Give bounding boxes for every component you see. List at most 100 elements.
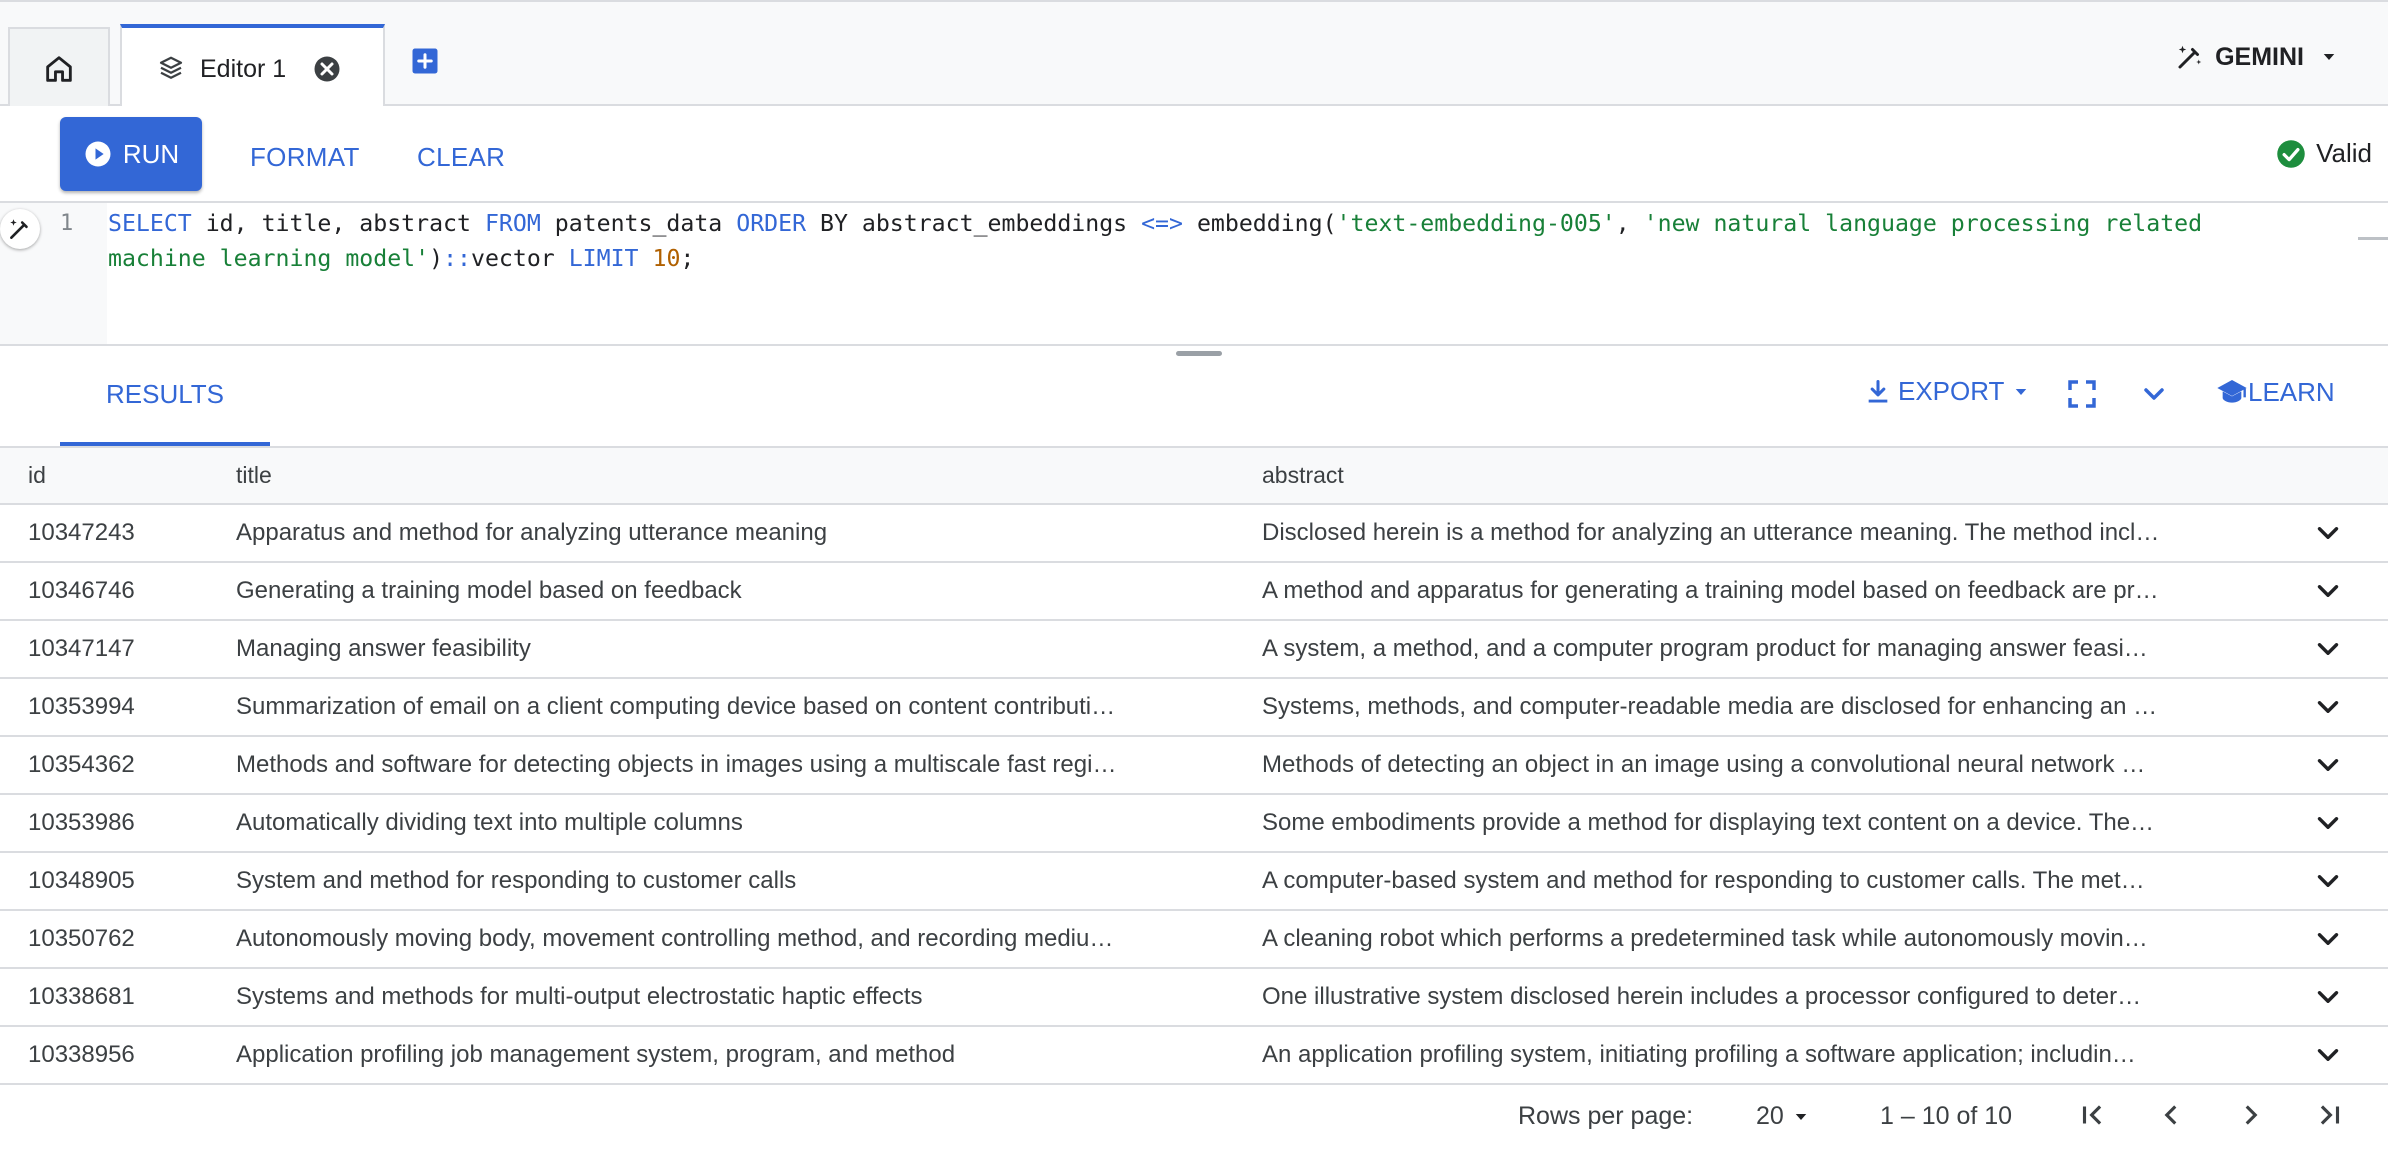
table-row[interactable]: 10347147 Managing answer feasibility A sys… [0, 620, 2388, 679]
cell-id: 10338681 [0, 968, 236, 1027]
cell-title: Automatically dividing text into multipl… [236, 794, 1262, 853]
table-row[interactable]: 10346746 Generating a training model base… [0, 562, 2388, 621]
page-range-label: 1 – 10 of 10 [1880, 1102, 2013, 1130]
add-tab-icon [412, 48, 438, 74]
cell-id: 10348905 [0, 852, 236, 911]
sql-editor[interactable]: 1 SELECT id, title, abstract FROM patent… [0, 203, 2388, 345]
cell-abstract: Methods of detecting an object in an ima… [1262, 736, 2268, 795]
expand-row-button[interactable] [2268, 1026, 2388, 1085]
query-toolbar: RUN FORMAT CLEAR Valid [0, 106, 2388, 203]
download-icon [1868, 379, 1888, 402]
cell-abstract: A system, a method, and a computer progr… [1262, 620, 2268, 679]
cell-abstract: One illustrative system disclosed herein… [1262, 968, 2268, 1027]
expand-row-button[interactable] [2268, 620, 2388, 679]
prev-page-button[interactable] [2154, 1098, 2188, 1132]
table-row[interactable]: 10338956 Application profiling job manage… [0, 1026, 2388, 1085]
table-row[interactable]: 10350762 Autonomously moving body, moveme… [0, 910, 2388, 969]
rows-per-page-label: Rows per page: [1518, 1102, 1694, 1130]
first-page-icon [2082, 1105, 2102, 1125]
query-text[interactable]: SELECT id, title, abstract FROM patents_… [108, 206, 2268, 276]
cell-id: 10338956 [0, 1026, 236, 1085]
tab-editor-1[interactable]: Editor 1 [120, 24, 385, 110]
column-header-expand [2268, 448, 2388, 505]
rows-per-page-value: 20 [1756, 1102, 1784, 1130]
status-label: Valid [2316, 138, 2372, 168]
column-header-abstract[interactable]: abstract [1262, 448, 2268, 505]
fullscreen-button[interactable] [2066, 378, 2098, 410]
format-button[interactable]: FORMAT [250, 142, 360, 173]
chevron-down-icon [2317, 875, 2339, 887]
caret-down-icon [2016, 388, 2027, 395]
pen-sparkle-icon [2178, 45, 2202, 69]
tab-label: Editor 1 [200, 54, 287, 83]
expand-row-button[interactable] [2268, 852, 2388, 911]
last-page-button[interactable] [2312, 1098, 2346, 1132]
results-header: RESULTS EXPORT LEARN [0, 346, 2388, 448]
cell-abstract: An application profiling system, initiat… [1262, 1026, 2268, 1085]
fullscreen-icon [2068, 380, 2096, 408]
cell-title: Generating a training model based on fee… [236, 562, 1262, 621]
cell-title: Summarization of email on a client compu… [236, 678, 1262, 737]
check-circle-icon [2277, 139, 2305, 168]
last-page-icon [2320, 1105, 2340, 1125]
next-page-button[interactable] [2234, 1098, 2268, 1132]
chevron-down-icon [2317, 759, 2339, 771]
add-tab-button[interactable] [410, 46, 440, 81]
learn-label: LEARN [2248, 376, 2335, 407]
cell-abstract: Disclosed herein is a method for analyzi… [1262, 504, 2268, 563]
next-page-icon [2245, 1105, 2258, 1125]
gemini-assist-button[interactable] [0, 209, 40, 249]
clear-button[interactable]: CLEAR [417, 142, 505, 173]
rows-per-page-select[interactable]: 20 [1756, 1102, 1810, 1131]
prev-page-icon [2164, 1105, 2177, 1125]
expand-row-button[interactable] [2268, 562, 2388, 621]
expand-row-button[interactable] [2268, 794, 2388, 853]
table-row[interactable]: 10338681 Systems and methods for multi-ou… [0, 968, 2388, 1027]
cell-id: 10346746 [0, 562, 236, 621]
chevron-down-icon [2144, 388, 2164, 400]
database-icon [159, 56, 183, 79]
cell-id: 10347243 [0, 504, 236, 563]
first-page-button[interactable] [2076, 1098, 2110, 1132]
cell-title: Systems and methods for multi-output ele… [236, 968, 1262, 1027]
expand-row-button[interactable] [2268, 678, 2388, 737]
cell-abstract: A computer-based system and method for r… [1262, 852, 2268, 911]
cell-id: 10347147 [0, 620, 236, 679]
table-row[interactable]: 10353994 Summarization of email on a clie… [0, 678, 2388, 737]
gemini-label: GEMINI [2215, 42, 2304, 71]
close-circle-icon[interactable] [312, 54, 342, 84]
school-icon [2217, 380, 2247, 403]
table-row[interactable]: 10354362 Methods and software for detecti… [0, 736, 2388, 795]
chevron-down-icon [2317, 585, 2339, 597]
collapse-button[interactable] [2138, 378, 2170, 410]
tab-results[interactable]: RESULTS [60, 346, 270, 446]
expand-row-button[interactable] [2268, 736, 2388, 795]
run-button[interactable]: RUN [60, 117, 202, 191]
cell-abstract: A cleaning robot which performs a predet… [1262, 910, 2268, 969]
play-circle-icon [85, 141, 111, 167]
home-tab[interactable] [8, 27, 110, 108]
table-row[interactable]: 10348905 System and method for responding… [0, 852, 2388, 911]
chevron-down-icon [2317, 1049, 2339, 1061]
expand-row-button[interactable] [2268, 910, 2388, 969]
cell-title: Managing answer feasibility [236, 620, 1262, 679]
export-button[interactable]: EXPORT [1864, 376, 2030, 407]
cell-id: 10354362 [0, 736, 236, 795]
column-header-title[interactable]: title [236, 448, 1262, 505]
chevron-down-icon [2317, 701, 2339, 713]
chevron-down-icon [2317, 933, 2339, 945]
expand-row-button[interactable] [2268, 504, 2388, 563]
chevron-down-icon [2317, 643, 2339, 655]
expand-row-button[interactable] [2268, 968, 2388, 1027]
table-row[interactable]: 10353986 Automatically dividing text into… [0, 794, 2388, 853]
table-row[interactable]: 10347243 Apparatus and method for analyzi… [0, 504, 2388, 563]
column-header-id[interactable]: id [0, 448, 236, 505]
learn-button[interactable]: LEARN [2216, 376, 2335, 408]
home-icon [46, 55, 72, 82]
chevron-down-icon [2317, 527, 2339, 539]
gemini-menu-button[interactable]: GEMINI [2175, 42, 2338, 72]
table-header-row: id title abstract [0, 448, 2388, 505]
pagination-bar: Rows per page: 20 1 – 10 of 10 [0, 1086, 2388, 1146]
editor-scrollbar[interactable] [2358, 237, 2388, 240]
line-number: 1 [60, 211, 74, 236]
